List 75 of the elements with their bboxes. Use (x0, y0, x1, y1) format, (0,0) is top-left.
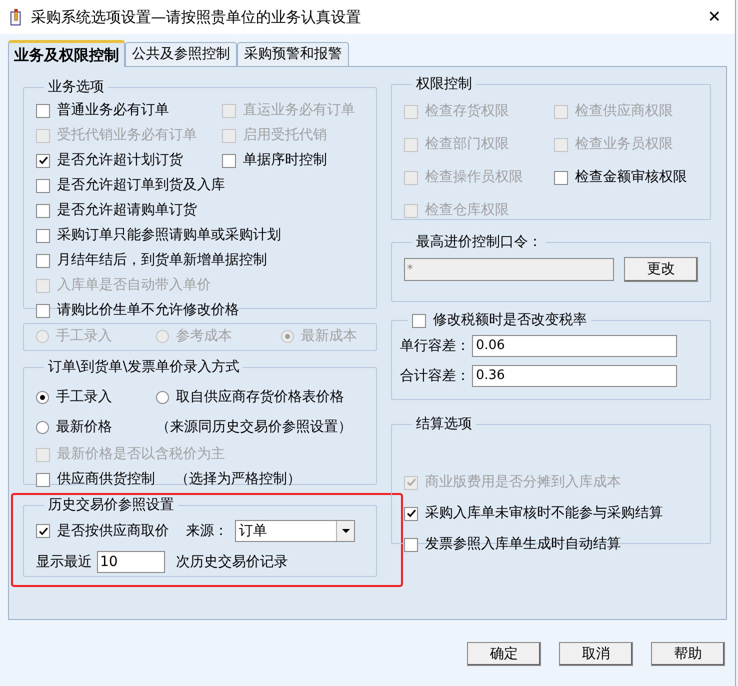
radio-label: 手工录入 (56, 388, 112, 406)
radio-label: 最新价格 (56, 418, 112, 436)
checkbox-label: 发票参照入库单生成时自动结算 (425, 535, 621, 554)
checkbox-label: 采购入库单未审核时不能参与采购结算 (425, 504, 663, 523)
field-label: 次历史交易价记录 (176, 552, 288, 572)
checkbox-label: 检查部门权限 (425, 135, 509, 154)
radio-button[interactable] (36, 420, 49, 434)
radio-label: 手工录入 (56, 326, 112, 346)
checkbox-label: 请购比价生单不允许修改价格 (57, 301, 239, 320)
dialog-button[interactable]: 确定 (467, 642, 541, 666)
checkbox[interactable] (222, 154, 236, 168)
checkbox-label: 检查金额审核权限 (575, 168, 687, 187)
checkbox[interactable] (36, 472, 50, 486)
tab[interactable]: 公共及参照控制 (125, 42, 237, 66)
checkbox-label: 检查供应商权限 (575, 102, 673, 121)
field-label: 合计容差： (400, 366, 470, 386)
checkbox[interactable] (404, 506, 418, 520)
tab[interactable]: 采购预警和报警 (237, 42, 349, 66)
checkbox-label: 是否允许超计划订货 (57, 151, 183, 170)
checkbox-label: 最新价格是否以含税价为主 (57, 445, 225, 464)
hint-text: （选择为严格控制） (175, 470, 301, 489)
checkbox-label: 入库单是否自动带入单价 (57, 276, 211, 295)
checkbox[interactable] (36, 304, 50, 318)
checkbox-label: 检查存货权限 (425, 102, 509, 121)
checkbox-label: 供应商供货控制 (57, 470, 155, 489)
source-dropdown[interactable]: 订单 (235, 520, 355, 542)
radio-button[interactable] (36, 390, 49, 404)
group-title: 权限控制 (415, 75, 473, 94)
checkbox[interactable] (36, 254, 50, 268)
group-title: 结算选项 (415, 415, 473, 434)
window-title: 采购系统选项设置—请按照贵单位的业务认真设置 (31, 6, 362, 28)
checkbox-label: 检查业务员权限 (575, 135, 673, 154)
checkbox-label: 普通业务必有订单 (57, 101, 169, 120)
checkbox-label: 检查仓库权限 (425, 201, 509, 220)
checkbox-label: 检查操作员权限 (425, 168, 523, 187)
dialog-button[interactable]: 帮助 (651, 642, 725, 666)
checkbox-label: 是否按供应商取价 (57, 522, 169, 540)
checkbox[interactable] (36, 524, 50, 538)
checkbox-label: 修改税额时是否改变税率 (433, 311, 587, 330)
close-button[interactable]: ✕ (708, 9, 721, 25)
field-label: 来源： (186, 522, 228, 540)
count-field[interactable]: 10 (97, 551, 165, 573)
checkbox-label: 受托代销业务必有订单 (57, 126, 197, 145)
checkbox[interactable] (36, 154, 50, 168)
group-title: 历史交易价参照设置 (47, 496, 175, 515)
checkbox-label: 是否允许超请购单订货 (57, 201, 197, 220)
checkbox-label: 直运业务必有订单 (243, 101, 355, 120)
checkbox-label: 采购订单只能参照请购单或采购计划 (57, 226, 281, 245)
checkbox-label: 月结年结后，到货单新增单据控制 (57, 251, 267, 270)
checkbox[interactable] (36, 104, 50, 118)
radio-label: 最新成本 (301, 326, 357, 346)
tab[interactable]: 业务及权限控制 (8, 40, 125, 67)
checkbox-label: 启用受托代销 (243, 126, 327, 145)
dialog-button[interactable]: 取消 (559, 642, 633, 666)
radio-label: 参考成本 (176, 326, 232, 346)
checkbox[interactable] (36, 178, 50, 192)
field-label: 单行容差： (400, 336, 470, 356)
checkbox[interactable] (412, 314, 426, 328)
checkbox-label: 商业版费用是否分摊到入库成本 (425, 473, 621, 492)
radio-label: 取自供应商存货价格表价格 (176, 388, 344, 406)
radio-button[interactable] (156, 390, 169, 404)
tolerance-field[interactable]: 0.06 (472, 335, 677, 357)
checkbox[interactable] (404, 538, 418, 552)
checkbox[interactable] (554, 170, 568, 184)
app-icon (10, 8, 23, 26)
group-title: 最高进价控制口令： (415, 233, 543, 252)
field-label: 显示最近 (36, 552, 92, 572)
checkbox[interactable] (36, 204, 50, 218)
tolerance-field[interactable]: 0.36 (472, 365, 677, 387)
checkbox-label: 是否允许超订单到货及入库 (57, 176, 225, 195)
hint-text: （来源同历史交易价参照设置） (156, 418, 352, 436)
group-title: 业务选项 (47, 78, 105, 97)
checkbox[interactable] (36, 228, 50, 242)
checkbox-label: 单据序时控制 (243, 151, 327, 170)
group-title: 订单\到货单\发票单价录入方式 (47, 358, 240, 377)
